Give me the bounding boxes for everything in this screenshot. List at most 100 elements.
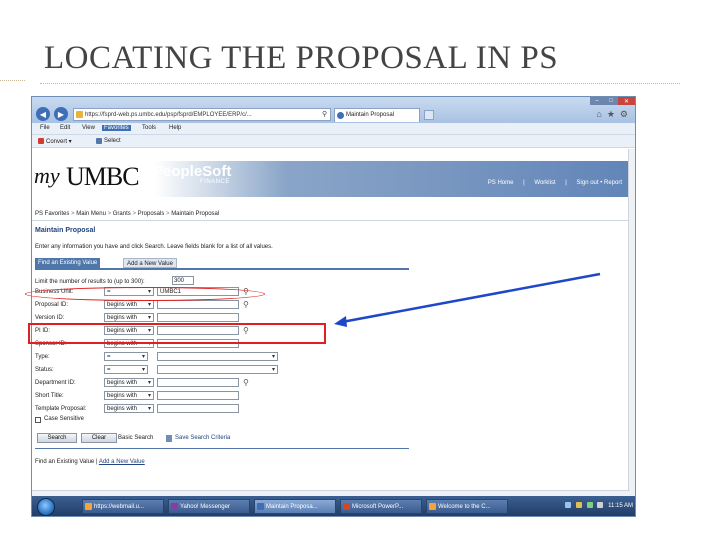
- type-select[interactable]: [157, 352, 278, 361]
- task-maintain-proposal[interactable]: Maintain Proposa...: [254, 499, 336, 514]
- type-operator[interactable]: =: [104, 352, 148, 361]
- lookup-icon[interactable]: ⚲: [243, 300, 249, 309]
- status-select[interactable]: [157, 365, 278, 374]
- breadcrumb-item[interactable]: PS Favorites: [35, 211, 69, 217]
- footer-find-link[interactable]: Find an Existing Value: [35, 459, 94, 465]
- tab-favicon-icon: [337, 112, 344, 119]
- gear-icon[interactable]: ⚙: [620, 109, 633, 119]
- save-search-icon[interactable]: [166, 435, 172, 442]
- footer-add-link[interactable]: Add a New Value: [99, 459, 145, 465]
- save-search-link[interactable]: Save Search Criteria: [175, 435, 230, 441]
- home-icon[interactable]: ⌂: [596, 109, 606, 119]
- tab-find-existing[interactable]: Find an Existing Value: [35, 258, 101, 268]
- template-proposal-row: Template Proposal: begins with: [35, 404, 295, 415]
- breadcrumb-divider: [32, 220, 630, 221]
- basic-search-link[interactable]: Basic Search: [118, 435, 153, 441]
- peoplesoft-subtitle: FINANCE: [200, 179, 230, 185]
- limit-label: Limit the number of results to (up to 30…: [35, 279, 145, 285]
- template-proposal-input[interactable]: [157, 404, 239, 413]
- menu-edit[interactable]: Edit: [58, 125, 72, 131]
- window-controls: – □ ✕: [590, 97, 635, 105]
- clear-button[interactable]: Clear: [81, 433, 117, 443]
- menu-help[interactable]: Help: [167, 125, 183, 131]
- address-tools-icon[interactable]: ⚲▲⟳✕: [322, 109, 330, 120]
- lookup-icon[interactable]: ⚲: [243, 378, 249, 387]
- tab-title: Maintain Proposal: [346, 112, 395, 118]
- department-id-operator[interactable]: begins with: [104, 378, 154, 387]
- start-button[interactable]: [37, 498, 55, 516]
- template-proposal-operator[interactable]: begins with: [104, 404, 154, 413]
- header-link-home[interactable]: PS Home: [488, 180, 514, 186]
- address-text: https://fsprd-web.ps.umbc.edu/psp/fsprd/…: [85, 112, 252, 118]
- version-id-input[interactable]: [157, 313, 239, 322]
- volume-icon[interactable]: [597, 502, 604, 508]
- case-sensitive-checkbox[interactable]: [35, 417, 41, 423]
- department-id-row: Department ID: begins with ⚲: [35, 378, 295, 389]
- task-label: Microsoft PowerP...: [352, 504, 404, 510]
- task-yahoo[interactable]: Yahoo! Messenger: [168, 499, 250, 514]
- breadcrumb: PS Favorites > Main Menu > Grants > Prop…: [35, 211, 220, 217]
- task-webmail[interactable]: https://webmail.u...: [82, 499, 164, 514]
- windows-taskbar: https://webmail.u... Yahoo! Messenger Ma…: [32, 496, 635, 516]
- short-title-input[interactable]: [157, 391, 239, 400]
- slide-title: LOCATING THE PROPOSAL IN PS: [44, 40, 559, 76]
- new-tab-button[interactable]: [424, 110, 434, 120]
- breadcrumb-item[interactable]: Proposals: [138, 211, 165, 217]
- select-command[interactable]: Select: [96, 138, 121, 144]
- type-label: Type:: [35, 354, 50, 360]
- menu-favorites[interactable]: Favorites: [102, 125, 131, 131]
- tray-icon[interactable]: [576, 502, 583, 508]
- browser-tab[interactable]: Maintain Proposal: [334, 108, 420, 122]
- address-bar[interactable]: https://fsprd-web.ps.umbc.edu/psp/fsprd/…: [73, 108, 331, 121]
- favorites-star-icon[interactable]: ★: [607, 109, 620, 119]
- proposal-id-input[interactable]: [157, 300, 239, 309]
- convert-label: Convert: [46, 139, 68, 145]
- version-id-operator[interactable]: begins with: [104, 313, 154, 322]
- breadcrumb-item[interactable]: Main Menu: [76, 211, 106, 217]
- header-link-worklist[interactable]: Worklist: [534, 180, 555, 186]
- menu-view[interactable]: View: [80, 125, 97, 131]
- maximize-icon[interactable]: □: [604, 97, 618, 105]
- messenger-icon: [171, 503, 178, 510]
- vertical-scrollbar[interactable]: [628, 149, 635, 496]
- clock: 11:15 AM: [608, 503, 633, 509]
- logo-my: my: [34, 163, 60, 188]
- browser-screenshot: – □ ✕ ◀ ▶ https://fsprd-web.ps.umbc.edu/…: [31, 96, 636, 517]
- browser-icon: [85, 503, 92, 510]
- tab-underline: [35, 268, 409, 270]
- short-title-operator[interactable]: begins with: [104, 391, 154, 400]
- search-button[interactable]: Search: [37, 433, 77, 443]
- browser-icon: [257, 503, 264, 510]
- command-bar: Convert ▾ Select: [32, 135, 635, 148]
- header-link-signout[interactable]: Sign out • Report: [577, 180, 622, 186]
- footer-links: Find an Existing Value | Add a New Value: [35, 459, 145, 465]
- select-label: Select: [104, 138, 121, 144]
- breadcrumb-item[interactable]: Grants: [113, 211, 131, 217]
- status-operator[interactable]: =: [104, 365, 148, 374]
- business-unit-highlight: [25, 287, 265, 301]
- task-label: Maintain Proposa...: [266, 504, 318, 510]
- tab-add-new[interactable]: Add a New Value: [123, 258, 177, 268]
- select-icon: [96, 138, 102, 144]
- status-label: Status:: [35, 367, 54, 373]
- menu-tools[interactable]: Tools: [140, 125, 158, 131]
- menu-bar: File Edit View Favorites Tools Help: [32, 123, 635, 135]
- limit-input[interactable]: 300: [172, 276, 194, 285]
- browser-frame: – □ ✕ ◀ ▶ https://fsprd-web.ps.umbc.edu/…: [32, 97, 635, 123]
- task-powerpoint[interactable]: Microsoft PowerP...: [340, 499, 422, 514]
- back-icon[interactable]: ◀: [36, 107, 50, 121]
- close-icon[interactable]: ✕: [618, 97, 635, 105]
- menu-file[interactable]: File: [38, 125, 52, 131]
- forward-icon[interactable]: ▶: [54, 107, 68, 121]
- department-id-input[interactable]: [157, 378, 239, 387]
- department-id-label: Department ID:: [35, 380, 76, 386]
- convert-command[interactable]: Convert ▾: [38, 138, 72, 145]
- tray-icon[interactable]: [586, 502, 593, 508]
- peoplesoft-logo: PeopleSoft: [153, 163, 232, 180]
- breadcrumb-item[interactable]: Maintain Proposal: [171, 211, 219, 217]
- ps-header: my UMBC PeopleSoft FINANCE PS Home | Wor…: [32, 153, 630, 205]
- tray-icon[interactable]: [565, 502, 572, 508]
- task-welcome[interactable]: Welcome to the C...: [426, 499, 508, 514]
- proposal-id-operator[interactable]: begins with: [104, 300, 154, 309]
- minimize-icon[interactable]: –: [590, 97, 604, 105]
